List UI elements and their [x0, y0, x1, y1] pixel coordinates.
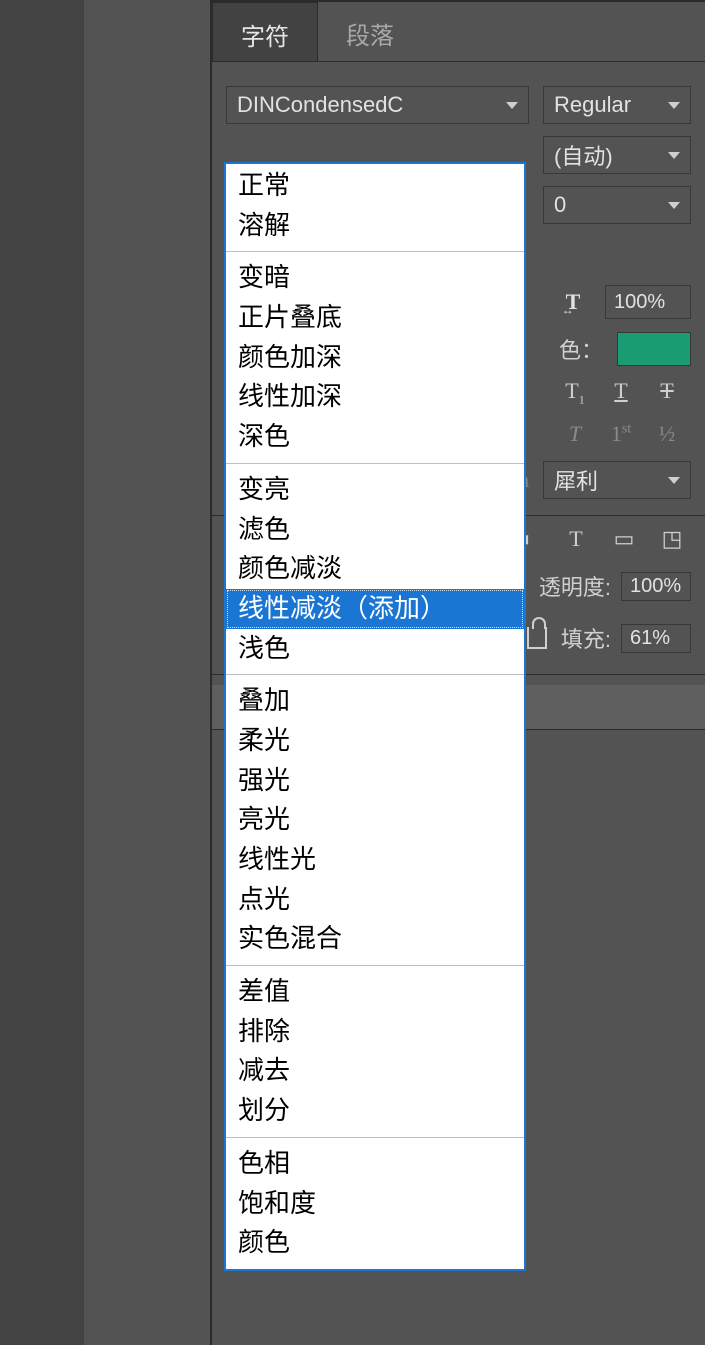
menu-separator — [226, 463, 524, 464]
blend-mode-option[interactable]: 颜色减淡 — [226, 549, 524, 589]
blend-mode-option[interactable]: 线性减淡（添加） — [226, 589, 524, 629]
chevron-down-icon — [668, 202, 680, 209]
italic-icon[interactable]: T — [559, 421, 591, 447]
blend-mode-option[interactable]: 滤色 — [226, 510, 524, 550]
filter-shape-icon[interactable]: ▭ — [611, 526, 637, 552]
filter-smart-icon[interactable]: ◳ — [659, 526, 685, 552]
opacity-label: 透明度: — [539, 570, 611, 602]
filter-type-icon[interactable]: T — [563, 526, 589, 552]
tab-paragraph[interactable]: 段落 — [318, 2, 422, 61]
blend-mode-option[interactable]: 线性光 — [226, 840, 524, 880]
tracking-value: 0 — [554, 192, 660, 218]
menu-separator — [226, 251, 524, 252]
left-gutter — [0, 0, 84, 1345]
anti-alias-value: 犀利 — [554, 464, 660, 496]
blend-mode-option[interactable]: 亮光 — [226, 800, 524, 840]
opacity-input[interactable]: 100% — [621, 572, 691, 601]
blend-mode-option[interactable]: 点光 — [226, 880, 524, 920]
blend-mode-option[interactable]: 正常 — [226, 166, 524, 206]
blend-mode-option[interactable]: 颜色加深 — [226, 338, 524, 378]
blend-mode-option[interactable]: 颜色 — [226, 1223, 524, 1263]
panel-tabs: 字符 段落 — [212, 2, 705, 62]
menu-separator — [226, 965, 524, 966]
blend-mode-option[interactable]: 叠加 — [226, 681, 524, 721]
fill-label: 填充: — [561, 622, 611, 654]
blend-mode-option[interactable]: 强光 — [226, 761, 524, 801]
blend-mode-option[interactable]: 正片叠底 — [226, 298, 524, 338]
blend-mode-option[interactable]: 饱和度 — [226, 1184, 524, 1224]
font-style-dropdown[interactable]: Regular — [543, 86, 691, 124]
horizontal-scale-icon: T↔ — [555, 284, 591, 320]
blend-mode-option[interactable]: 变亮 — [226, 470, 524, 510]
blend-mode-option[interactable]: 实色混合 — [226, 919, 524, 959]
font-family-value: DINCondensedC — [237, 92, 498, 118]
underline-icon[interactable]: T — [605, 378, 637, 407]
blend-mode-option[interactable]: 深色 — [226, 417, 524, 457]
blend-mode-menu[interactable]: 正常溶解 变暗正片叠底颜色加深线性加深深色 变亮滤色颜色减淡线性减淡（添加）浅色… — [224, 162, 526, 1271]
ordinal-icon[interactable]: 1st — [605, 421, 637, 447]
blend-mode-option[interactable]: 线性加深 — [226, 377, 524, 417]
horizontal-scale-input[interactable]: 100% — [605, 285, 691, 319]
blend-mode-option[interactable]: 色相 — [226, 1144, 524, 1184]
chevron-down-icon — [668, 152, 680, 159]
color-label: 色： — [559, 333, 603, 365]
blend-mode-option[interactable]: 变暗 — [226, 258, 524, 298]
text-color-swatch[interactable] — [617, 332, 691, 366]
blend-mode-option[interactable]: 划分 — [226, 1091, 524, 1131]
tab-character[interactable]: 字符 — [212, 2, 318, 61]
menu-separator — [226, 1137, 524, 1138]
lock-icon[interactable] — [527, 627, 547, 649]
menu-separator — [226, 674, 524, 675]
blend-mode-option[interactable]: 浅色 — [226, 629, 524, 669]
leading-value: (自动) — [554, 139, 660, 171]
chevron-down-icon — [668, 102, 680, 109]
chevron-down-icon — [668, 477, 680, 484]
font-family-dropdown[interactable]: DINCondensedC — [226, 86, 529, 124]
subscript-icon[interactable]: T1 — [559, 378, 591, 407]
blend-mode-option[interactable]: 减去 — [226, 1051, 524, 1091]
font-style-value: Regular — [554, 92, 660, 118]
fill-input[interactable]: 61% — [621, 624, 691, 653]
strikethrough-icon[interactable]: T — [651, 378, 683, 407]
tracking-dropdown[interactable]: 0 — [543, 186, 691, 224]
blend-mode-option[interactable]: 差值 — [226, 972, 524, 1012]
fraction-icon[interactable]: ½ — [651, 421, 683, 447]
anti-alias-dropdown[interactable]: 犀利 — [543, 461, 691, 499]
blend-mode-option[interactable]: 排除 — [226, 1012, 524, 1052]
leading-dropdown[interactable]: (自动) — [543, 136, 691, 174]
blend-mode-option[interactable]: 柔光 — [226, 721, 524, 761]
blend-mode-option[interactable]: 溶解 — [226, 206, 524, 246]
chevron-down-icon — [506, 102, 518, 109]
